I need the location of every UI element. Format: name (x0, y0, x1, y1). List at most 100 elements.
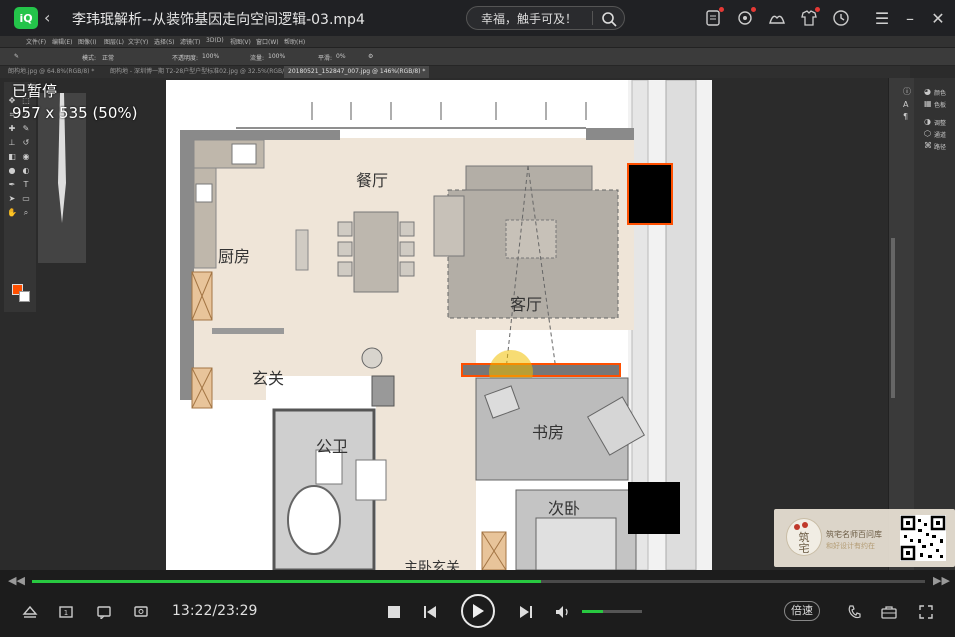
ps-canvas[interactable]: 厨房 餐厅 客厅 玄关 书房 公卫 次卧 主卧玄关 (166, 80, 712, 570)
panel-swatches[interactable]: 色板 (934, 100, 946, 109)
play-icon[interactable] (461, 594, 495, 628)
room-label-living: 客厅 (510, 295, 542, 314)
panel-color[interactable]: 颜色 (934, 88, 946, 97)
ps-options-bar: ✎ 模式: 正常 不透明度: 100% 流量: 100% 平滑: 0% ⚙ (0, 48, 955, 66)
ps-menu-file[interactable]: 文件(F) (26, 37, 46, 46)
rewind-icon[interactable]: ◀◀ (8, 574, 25, 587)
ps-right-dock: ⓘ A ¶ ◕ 颜色 ▦ 色板 ◑ 调整 ⬡ 通道 ⌘ 路径 (888, 78, 955, 570)
flow-label: 流量: (250, 55, 265, 62)
window-title: 李玮珉解析--从装饰基因走向空间逻辑-03.mp4 (72, 12, 365, 28)
color-panel-icon[interactable]: ◕ (924, 88, 932, 96)
fullscreen-icon[interactable] (916, 602, 936, 622)
menu-icon[interactable]: ☰ (872, 8, 892, 28)
ps-menu-window[interactable]: 窗口(W) (256, 37, 279, 46)
ps-menu-edit[interactable]: 编辑(E) (52, 37, 72, 46)
chapter-icon[interactable]: 1 (56, 602, 76, 622)
eraser-tool-icon[interactable]: ◧ (7, 152, 17, 162)
shape-tool-icon[interactable]: ▭ (21, 194, 31, 204)
back-icon[interactable]: ‹ (44, 8, 60, 28)
eject-icon[interactable] (20, 602, 40, 622)
swatches-panel-icon[interactable]: ▦ (924, 100, 932, 108)
volume-icon[interactable] (553, 602, 573, 622)
maximize-icon[interactable] (901, 8, 921, 28)
toolbox-icon[interactable] (879, 602, 899, 622)
svg-text:1: 1 (64, 609, 68, 617)
ps-menu-filter[interactable]: 滤镜(T) (180, 37, 200, 46)
brush-tool-icon[interactable]: ✎ (21, 124, 31, 134)
ps-menu-layer[interactable]: 图层(L) (104, 37, 124, 46)
ps-menu-view[interactable]: 视图(V) (230, 37, 251, 46)
adjust-panel-icon[interactable]: ◑ (924, 118, 932, 126)
panel-channels[interactable]: 通道 (934, 130, 946, 139)
stamp-tool-icon[interactable]: ⊥ (7, 138, 17, 148)
smooth-field[interactable]: 0% (336, 53, 346, 60)
doc-tab-active[interactable]: 20180521_152847_007.jpg @ 146%(RGB/8) * (284, 66, 430, 78)
shirt-icon[interactable] (799, 7, 820, 28)
floor-plan: 厨房 餐厅 客厅 玄关 书房 公卫 次卧 主卧玄关 (180, 80, 712, 570)
title-bar: iQ ‹ 李玮珉解析--从装饰基因走向空间逻辑-03.mp4 幸福，触手可及！ … (0, 0, 955, 36)
room-label-entry: 玄关 (252, 369, 284, 388)
hand-tool-icon[interactable]: ✋ (7, 208, 17, 218)
mode-select[interactable]: 正常 (102, 53, 114, 62)
search-divider (592, 11, 593, 25)
channels-panel-icon[interactable]: ⬡ (924, 130, 932, 138)
blur-tool-icon[interactable]: ● (7, 166, 17, 176)
fast-forward-icon[interactable]: ▶▶ (933, 574, 950, 587)
paragraph-icon[interactable]: ¶ (903, 112, 908, 121)
room-label-second-bedroom: 次卧 (548, 499, 580, 518)
speed-button[interactable]: 倍速 (784, 601, 820, 621)
ps-menu-3d[interactable]: 3D(D) (206, 37, 224, 44)
dodge-tool-icon[interactable]: ◐ (21, 166, 31, 176)
seek-bar[interactable] (32, 580, 925, 583)
screenshot-icon[interactable] (131, 602, 151, 622)
ps-menu-type[interactable]: 文字(Y) (128, 37, 148, 46)
ps-menu-select[interactable]: 选择(S) (154, 37, 175, 46)
volume-level (582, 610, 603, 613)
search-icon[interactable] (600, 10, 618, 28)
record-icon[interactable] (703, 7, 724, 28)
next-icon[interactable] (516, 602, 536, 622)
doc-tab[interactable]: 朗构地.jpg @ 64.8%(RGB/8) * (4, 66, 98, 78)
doc-tab[interactable]: 朗构地 - 深圳博一期 T2-28户型户型标准02.jpg @ 32.5%(RG… (106, 66, 294, 78)
search-text[interactable]: 幸福，触手可及！ (481, 10, 577, 27)
sync-icon[interactable] (735, 7, 756, 28)
clock-icon[interactable] (831, 8, 851, 28)
flow-field[interactable]: 100% (268, 53, 285, 60)
brush-tool-icon[interactable]: ✎ (14, 53, 19, 60)
healing-tool-icon[interactable]: ✚ (7, 124, 17, 134)
app-logo[interactable]: iQ (14, 7, 38, 29)
phone-icon[interactable] (844, 602, 864, 622)
zoom-tool-icon[interactable]: ⌕ (21, 208, 31, 218)
ps-doc-tabs: 朗构地.jpg @ 64.8%(RGB/8) * 朗构地 - 深圳博一期 T2-… (0, 66, 910, 78)
room-label-master-entry: 主卧玄关 (404, 559, 460, 570)
panel-paths[interactable]: 路径 (934, 142, 946, 151)
ps-menu-image[interactable]: 图像(I) (78, 37, 96, 46)
gear-icon[interactable]: ⚙ (368, 53, 373, 60)
watermark-line2: 和好设计有约在 (826, 542, 875, 550)
mode-label: 模式: (82, 55, 97, 62)
pen-tool-icon[interactable]: ✒ (7, 180, 17, 190)
volume-slider[interactable] (582, 610, 642, 613)
room-label-dining: 餐厅 (356, 171, 388, 190)
skin-icon[interactable] (767, 8, 787, 28)
prev-icon[interactable] (420, 602, 440, 622)
ps-scrollbar[interactable] (891, 238, 895, 398)
type-tool-icon[interactable]: T (21, 180, 31, 190)
history-brush-icon[interactable]: ↺ (21, 138, 31, 148)
ps-menu-help[interactable]: 帮助(H) (284, 37, 305, 46)
panel-adjust[interactable]: 调整 (934, 118, 946, 127)
room-label-bath: 公卫 (316, 437, 348, 456)
info-icon[interactable]: ⓘ (903, 86, 911, 97)
bucket-tool-icon[interactable]: ◉ (21, 152, 31, 162)
video-size-info: 957 x 535 (50%) (12, 104, 138, 122)
search-box[interactable]: 幸福，触手可及！ (466, 6, 625, 30)
background-color[interactable] (19, 291, 30, 302)
close-icon[interactable]: ✕ (928, 8, 948, 28)
stop-icon[interactable] (384, 602, 404, 622)
video-frame[interactable]: 文件(F) 编辑(E) 图像(I) 图层(L) 文字(Y) 选择(S) 滤镜(T… (0, 36, 955, 570)
paths-panel-icon[interactable]: ⌘ (924, 142, 932, 150)
opacity-field[interactable]: 100% (202, 53, 219, 60)
character-icon[interactable]: A (903, 100, 908, 109)
path-select-icon[interactable]: ➤ (7, 194, 17, 204)
danmaku-icon[interactable] (94, 602, 114, 622)
